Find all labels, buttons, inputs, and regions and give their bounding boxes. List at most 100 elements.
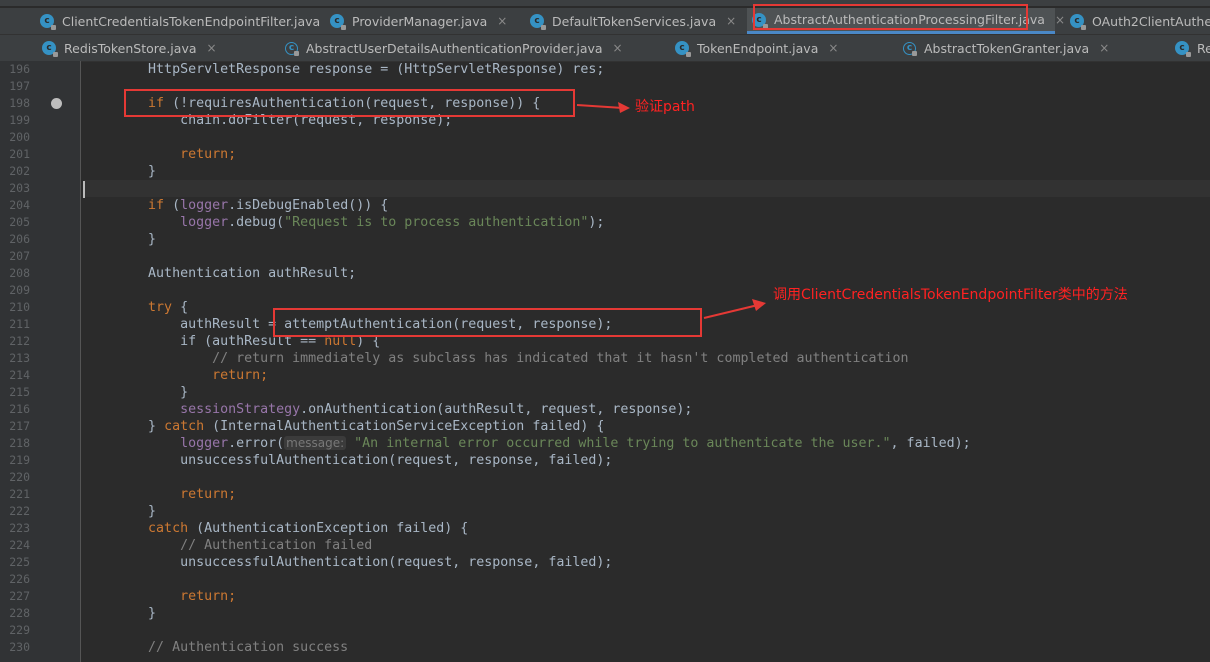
tab-label: DefaultTokenServices.java bbox=[552, 13, 717, 29]
code-line-216: sessionStrategy.onAuthentication(authRes… bbox=[180, 402, 693, 417]
tab-label: Re bbox=[1197, 40, 1210, 56]
line-number: 199 bbox=[9, 113, 30, 127]
line-number: 212 bbox=[9, 334, 30, 348]
line-number: 226 bbox=[9, 572, 30, 586]
code-line-204: if (logger.isDebugEnabled()) { bbox=[148, 198, 389, 213]
window-top-strip bbox=[0, 0, 1210, 6]
line-number: 218 bbox=[9, 436, 30, 450]
tab-label: AbstractUserDetailsAuthenticationProvide… bbox=[306, 40, 603, 56]
close-icon[interactable]: × bbox=[207, 41, 217, 55]
line-number: 229 bbox=[9, 623, 30, 637]
annotation-call-method: 调用ClientCredentialsTokenEndpointFilter类中… bbox=[773, 287, 1128, 303]
line-number: 217 bbox=[9, 419, 30, 433]
tab-abstract-user-details-provider[interactable]: c AbstractUserDetailsAuthenticationProvi… bbox=[285, 35, 660, 61]
code-line-196: HttpServletResponse response = (HttpServ… bbox=[148, 62, 605, 77]
tab-redis-token-store[interactable]: c RedisTokenStore.java × bbox=[42, 35, 247, 61]
line-number: 196 bbox=[9, 62, 30, 76]
tab-label: TokenEndpoint.java bbox=[697, 40, 819, 56]
close-icon[interactable]: × bbox=[828, 41, 838, 55]
code-line-224: // Authentication failed bbox=[180, 538, 373, 553]
code-line-227: return; bbox=[180, 589, 237, 604]
highlight-active-tab-box bbox=[753, 4, 1028, 30]
java-class-icon: c bbox=[42, 41, 58, 57]
line-number: 209 bbox=[9, 283, 30, 297]
code-line-219: unsuccessfulAuthentication(request, resp… bbox=[180, 453, 613, 468]
code-line-223: catch (AuthenticationException failed) { bbox=[148, 521, 469, 536]
line-number: 222 bbox=[9, 504, 30, 518]
close-icon[interactable]: × bbox=[1055, 13, 1065, 27]
tab-token-endpoint[interactable]: c TokenEndpoint.java × bbox=[675, 35, 865, 61]
java-class-icon: c bbox=[675, 41, 691, 57]
line-number: 221 bbox=[9, 487, 30, 501]
abstract-class-icon: c bbox=[903, 41, 917, 56]
code-line-206: } bbox=[148, 232, 157, 247]
line-number: 201 bbox=[9, 147, 30, 161]
highlight-requires-authentication-box bbox=[124, 89, 575, 117]
line-number: 223 bbox=[9, 521, 30, 535]
code-line-202: } bbox=[148, 164, 157, 179]
abstract-class-icon: c bbox=[285, 41, 299, 56]
line-number: 202 bbox=[9, 164, 30, 178]
tab-label: AbstractTokenGranter.java bbox=[924, 40, 1090, 56]
code-line-205: logger.debug("Request is to process auth… bbox=[180, 215, 605, 230]
line-number: 214 bbox=[9, 368, 30, 382]
code-line-222: } bbox=[148, 504, 157, 519]
code-line-217: } catch (InternalAuthenticationServiceEx… bbox=[148, 419, 605, 434]
parameter-hint: message: bbox=[284, 436, 347, 450]
line-number: 216 bbox=[9, 402, 30, 416]
java-class-icon: c bbox=[1070, 14, 1086, 30]
line-number: 211 bbox=[9, 317, 30, 331]
highlight-attempt-authentication-box bbox=[273, 308, 702, 337]
code-editor[interactable]: 196 197 198 199 200 201 202 203 204 205 206 207 208 2… bbox=[0, 61, 1210, 662]
line-number: 220 bbox=[9, 470, 30, 484]
editor-tabs-row-2: c RedisTokenStore.java × c AbstractUserD… bbox=[0, 35, 1210, 62]
code-line-203 bbox=[84, 180, 1210, 197]
line-number: 203 bbox=[9, 181, 30, 195]
tab-label: ProviderManager.java bbox=[352, 13, 488, 29]
java-class-icon: c bbox=[40, 14, 56, 30]
line-number: 210 bbox=[9, 300, 30, 314]
close-icon[interactable]: × bbox=[497, 14, 507, 28]
tab-label: ClientCredentialsTokenEndpointFilter.jav… bbox=[62, 13, 321, 29]
close-icon[interactable]: × bbox=[726, 14, 736, 28]
tab-re[interactable]: c Re bbox=[1175, 35, 1210, 61]
java-class-icon: c bbox=[330, 14, 346, 30]
code-line-215: } bbox=[180, 385, 189, 400]
gutter-divider bbox=[80, 61, 81, 662]
close-icon[interactable]: × bbox=[613, 41, 623, 55]
line-number: 206 bbox=[9, 232, 30, 246]
line-number: 213 bbox=[9, 351, 30, 365]
java-class-icon: c bbox=[530, 14, 546, 30]
tab-default-token-services[interactable]: c DefaultTokenServices.java × bbox=[530, 8, 740, 34]
tab-provider-manager[interactable]: c ProviderManager.java × bbox=[330, 8, 515, 34]
code-line-218: logger.error(message: "An internal error… bbox=[180, 436, 971, 451]
editor-tabs-row-1: c ClientCredentialsTokenEndpointFilter.j… bbox=[0, 8, 1210, 35]
line-number: 227 bbox=[9, 589, 30, 603]
code-line-228: } bbox=[148, 606, 157, 621]
line-number: 198 bbox=[9, 96, 30, 110]
tab-oauth2-client-authen[interactable]: c OAuth2ClientAuthen bbox=[1070, 8, 1210, 34]
breakpoint-icon[interactable] bbox=[51, 98, 62, 109]
line-number: 230 bbox=[9, 640, 30, 654]
line-number: 224 bbox=[9, 538, 30, 552]
code-line-221: return; bbox=[180, 487, 237, 502]
line-number: 225 bbox=[9, 555, 30, 569]
line-number: 205 bbox=[9, 215, 30, 229]
annotation-verify-path: 验证path bbox=[635, 99, 695, 115]
close-icon[interactable]: × bbox=[1099, 41, 1109, 55]
tab-client-credentials-filter[interactable]: c ClientCredentialsTokenEndpointFilter.j… bbox=[40, 8, 340, 34]
line-number: 207 bbox=[9, 249, 30, 263]
code-line-201: return; bbox=[180, 147, 237, 162]
line-number: 215 bbox=[9, 385, 30, 399]
tab-abstract-token-granter[interactable]: c AbstractTokenGranter.java × bbox=[903, 35, 1138, 61]
code-line-214: return; bbox=[212, 368, 269, 383]
line-number: 228 bbox=[9, 606, 30, 620]
code-line-225: unsuccessfulAuthentication(request, resp… bbox=[180, 555, 613, 570]
line-number: 197 bbox=[9, 79, 30, 93]
tab-label: OAuth2ClientAuthen bbox=[1092, 13, 1210, 29]
line-number: 204 bbox=[9, 198, 30, 212]
code-line-208: Authentication authResult; bbox=[148, 266, 357, 281]
tab-label: RedisTokenStore.java bbox=[64, 40, 197, 56]
line-number: 208 bbox=[9, 266, 30, 280]
code-line-230: // Authentication success bbox=[148, 640, 349, 655]
